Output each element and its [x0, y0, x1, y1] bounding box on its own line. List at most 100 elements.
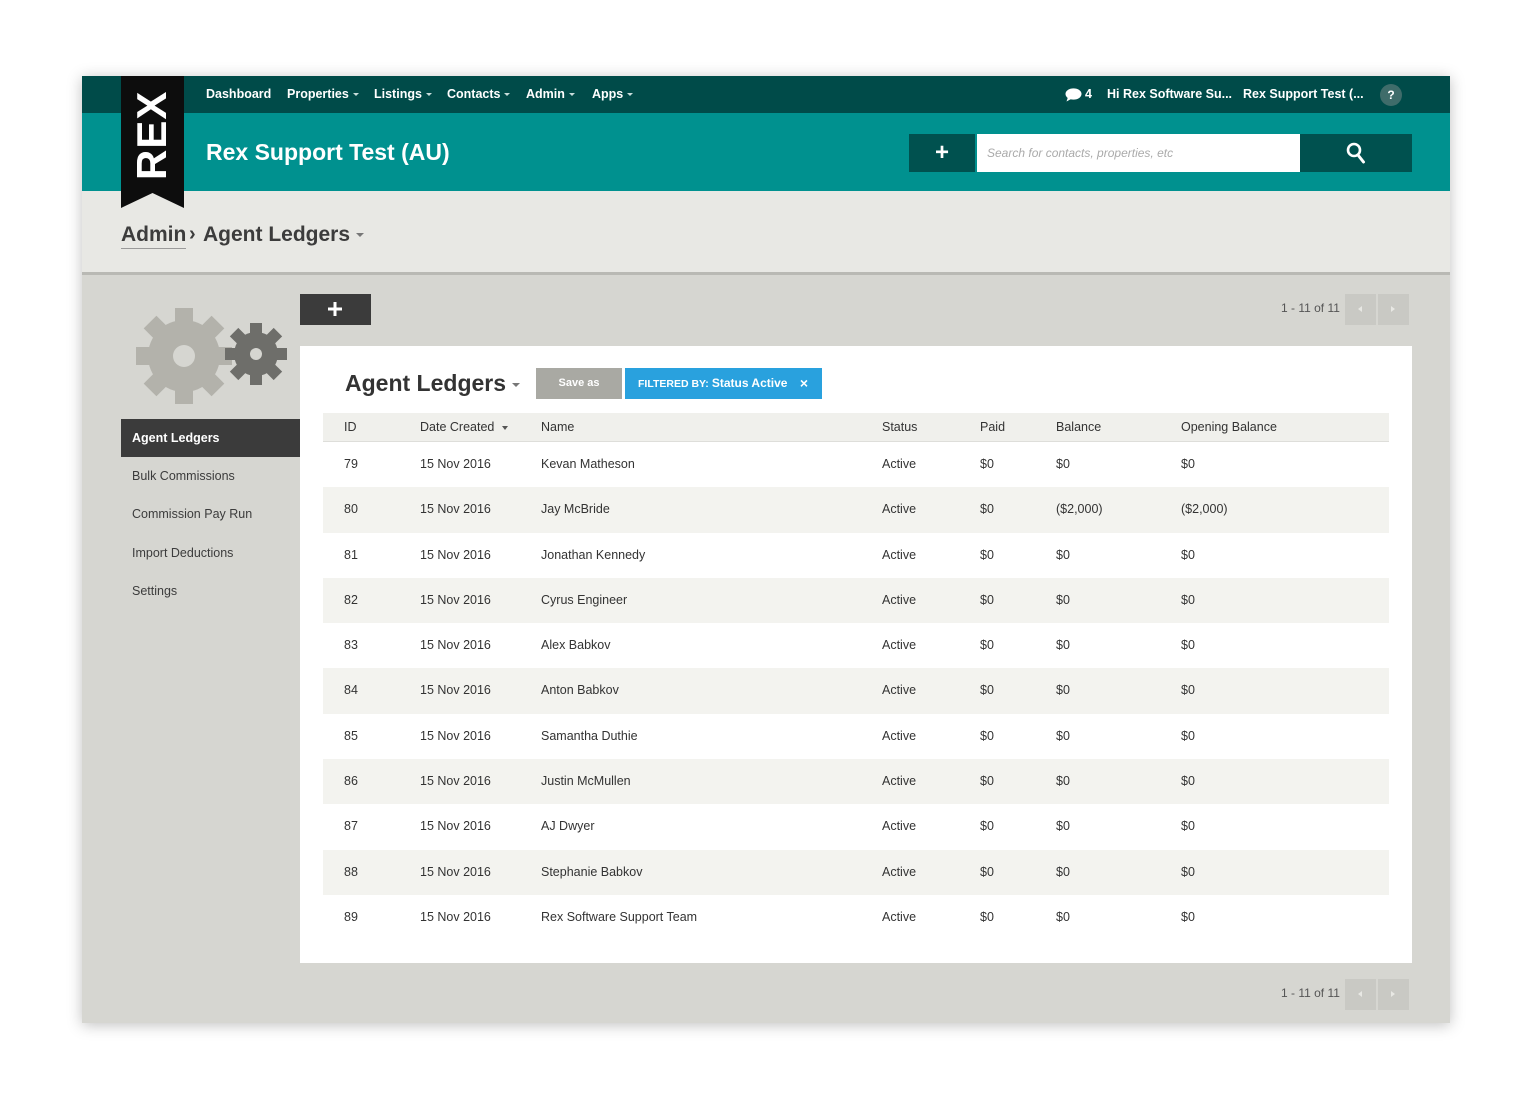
nav-contacts[interactable]: Contacts — [447, 76, 511, 113]
ledger-table-body: 79 15 Nov 2016 Kevan Matheson Active $0 $0 $0 8… — [323, 442, 1389, 940]
cell-name: Jonathan Kennedy — [541, 547, 646, 562]
cell-status: Active — [882, 638, 917, 653]
cell-opening-balance: ($2,000) — [1181, 502, 1228, 517]
cell-id: 85 — [344, 728, 358, 743]
table-row[interactable]: 83 15 Nov 2016 Alex Babkov Active $0 $0 $0 — [323, 623, 1389, 668]
sidebar-item-agent-ledgers[interactable]: Agent Ledgers — [121, 419, 300, 457]
pager-next-button-bottom[interactable] — [1378, 979, 1409, 1010]
cell-id: 84 — [344, 683, 358, 698]
cell-status: Active — [882, 909, 917, 924]
cell-date-created: 15 Nov 2016 — [420, 502, 491, 517]
add-ledger-button[interactable] — [300, 294, 371, 325]
table-row[interactable]: 88 15 Nov 2016 Stephanie Babkov Active $0 $0 $… — [323, 849, 1389, 895]
search-button[interactable] — [1300, 134, 1412, 172]
table-row[interactable]: 86 15 Nov 2016 Justin McMullen Active $0 $0 $0 — [323, 759, 1389, 805]
cell-date-created: 15 Nov 2016 — [420, 909, 491, 924]
column-header-balance[interactable]: Balance — [1056, 413, 1101, 442]
nav-dashboard[interactable]: Dashboard — [206, 76, 271, 113]
cell-status: Active — [882, 774, 917, 789]
cell-status: Active — [882, 592, 917, 607]
cell-name: Stephanie Babkov — [541, 864, 643, 879]
global-search-input[interactable] — [977, 134, 1300, 172]
table-row[interactable]: 85 15 Nov 2016 Samantha Duthie Active $0 $0 $0 — [323, 714, 1389, 759]
column-header-name[interactable]: Name — [541, 413, 574, 442]
plus-icon: + — [934, 139, 949, 166]
table-row[interactable]: 87 15 Nov 2016 AJ Dwyer Active $0 $0 $0 — [323, 804, 1389, 849]
table-row[interactable]: 80 15 Nov 2016 Jay McBride Active $0 ($2,000)… — [323, 487, 1389, 533]
cell-date-created: 15 Nov 2016 — [420, 683, 491, 698]
cell-balance: $0 — [1056, 728, 1070, 743]
cell-paid: $0 — [980, 774, 994, 789]
caret-down-icon — [352, 93, 359, 97]
cell-date-created: 15 Nov 2016 — [420, 547, 491, 562]
cell-paid: $0 — [980, 819, 994, 834]
nav-listings[interactable]: Listings — [374, 76, 432, 113]
rex-logo[interactable]: REX — [121, 76, 184, 208]
cell-opening-balance: $0 — [1181, 864, 1195, 879]
plus-icon — [328, 302, 342, 316]
cell-status: Active — [882, 547, 917, 562]
quick-add-button[interactable]: + — [909, 134, 975, 172]
caret-down-icon — [356, 233, 365, 238]
table-row[interactable]: 79 15 Nov 2016 Kevan Matheson Active $0 $0 $0 — [323, 442, 1389, 487]
save-as-button[interactable]: Save as — [536, 368, 622, 399]
cell-id: 82 — [344, 592, 358, 607]
table-row[interactable]: 89 15 Nov 2016 Rex Software Support Team Ac… — [323, 895, 1389, 940]
cell-opening-balance: $0 — [1181, 547, 1195, 562]
breadcrumb-bar: Admin › Agent Ledgers — [82, 191, 1450, 275]
cell-date-created: 15 Nov 2016 — [420, 728, 491, 743]
cell-date-created: 15 Nov 2016 — [420, 638, 491, 653]
user-menu[interactable]: Hi Rex Software Su... — [1107, 76, 1232, 113]
close-icon[interactable]: × — [796, 368, 812, 399]
table-row[interactable]: 82 15 Nov 2016 Cyrus Engineer Active $0 $0 $0 — [323, 577, 1389, 624]
chat-notifications[interactable]: 4 — [1065, 76, 1092, 113]
top-nav: Dashboard Properties Listings Contacts A… — [82, 76, 1450, 113]
nav-admin[interactable]: Admin — [526, 76, 575, 113]
cell-status: Active — [882, 819, 917, 834]
cell-name: Samantha Duthie — [541, 728, 638, 743]
caret-down-icon — [568, 93, 575, 97]
breadcrumb-current[interactable]: Agent Ledgers — [203, 221, 365, 248]
cell-paid: $0 — [980, 457, 994, 471]
column-header-id[interactable]: ID — [344, 413, 357, 442]
pager-next-button-top[interactable] — [1378, 294, 1409, 325]
nav-apps[interactable]: Apps — [592, 76, 634, 113]
table-row[interactable]: 84 15 Nov 2016 Anton Babkov Active $0 $0 $0 — [323, 668, 1389, 714]
panel-title[interactable]: Agent Ledgers — [345, 366, 521, 400]
column-header-paid[interactable]: Paid — [980, 413, 1005, 442]
account-menu[interactable]: Rex Support Test (... — [1243, 76, 1364, 113]
pager-prev-button-top[interactable] — [1345, 294, 1376, 325]
cell-balance: $0 — [1056, 547, 1070, 562]
nav-properties[interactable]: Properties — [287, 76, 359, 113]
cell-balance: $0 — [1056, 864, 1070, 879]
table-row[interactable]: 81 15 Nov 2016 Jonathan Kennedy Active $0 $0 $… — [323, 533, 1389, 578]
sidebar-item-settings[interactable]: Settings — [121, 572, 300, 610]
cell-id: 86 — [344, 774, 358, 789]
cell-date-created: 15 Nov 2016 — [420, 864, 491, 879]
cell-id: 81 — [344, 547, 358, 562]
sidebar-item-import-deductions[interactable]: Import Deductions — [121, 534, 300, 572]
pager-prev-button-bottom[interactable] — [1345, 979, 1376, 1010]
cell-paid: $0 — [980, 864, 994, 879]
cell-paid: $0 — [980, 909, 994, 924]
column-header-date-created[interactable]: Date Created — [420, 413, 509, 442]
breadcrumb-admin-link[interactable]: Admin — [121, 221, 187, 249]
cell-paid: $0 — [980, 547, 994, 562]
sidebar-item-bulk-commissions[interactable]: Bulk Commissions — [121, 457, 300, 495]
sidebar-item-commission-pay-run[interactable]: Commission Pay Run — [121, 495, 300, 533]
cell-paid: $0 — [980, 502, 994, 517]
caret-down-icon — [512, 382, 521, 387]
nav-label: Contacts — [447, 87, 501, 101]
column-header-opening-balance[interactable]: Opening Balance — [1181, 413, 1277, 442]
org-title: Rex Support Test (AU) — [206, 139, 450, 165]
cell-status: Active — [882, 728, 917, 743]
cell-balance: ($2,000) — [1056, 502, 1103, 517]
chevron-left-icon — [1358, 306, 1362, 312]
sidebar-item-label: Agent Ledgers — [132, 431, 220, 445]
help-button[interactable]: ? — [1380, 84, 1402, 106]
filter-value: Status Active — [711, 376, 788, 390]
cell-name: Jay McBride — [541, 502, 610, 517]
column-header-status[interactable]: Status — [882, 413, 917, 442]
cell-name: Alex Babkov — [541, 638, 611, 653]
nav-label: Dashboard — [206, 87, 272, 101]
